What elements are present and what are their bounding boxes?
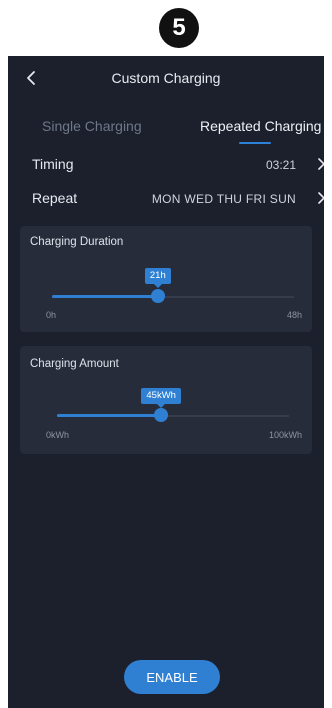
amount-value-tooltip: 45kWh (141, 388, 181, 408)
tab-single-charging[interactable]: Single Charging (42, 118, 142, 134)
charging-duration-title: Charging Duration (30, 236, 124, 248)
timing-chevron-right-icon[interactable] (316, 157, 324, 171)
tab-repeated-charging[interactable]: Repeated Charging (200, 118, 321, 134)
duration-min-label: 0h (46, 310, 57, 320)
active-tab-indicator (239, 142, 271, 144)
timing-value[interactable]: 03:21 (266, 158, 296, 172)
page-title: Custom Charging (111, 70, 221, 86)
amount-slider-thumb[interactable] (154, 408, 169, 422)
charging-amount-title: Charging Amount (30, 358, 119, 370)
timing-label: Timing (32, 156, 74, 172)
amount-slider-fill (57, 414, 162, 417)
step-number-badge: 5 (159, 8, 199, 48)
duration-slider-thumb[interactable] (150, 289, 165, 303)
charging-amount-card: Charging Amount 45kWh 0kWh 100kWh (20, 346, 312, 454)
duration-max-label: 48h (286, 310, 302, 320)
repeat-days-value[interactable]: MON WED THU FRI SUN (152, 192, 296, 206)
enable-button[interactable]: ENABLE (124, 660, 220, 694)
repeat-chevron-right-icon[interactable] (316, 191, 324, 205)
duration-value-tooltip: 21h (144, 268, 171, 288)
repeat-label: Repeat (32, 190, 78, 206)
amount-max-label: 100kWh (268, 430, 302, 440)
phone-screen: Custom Charging Single Charging Repeated… (8, 56, 324, 708)
duration-slider-fill (52, 295, 158, 298)
amount-min-label: 0kWh (46, 430, 70, 440)
charging-duration-card: Charging Duration 21h 0h 48h (20, 226, 312, 332)
